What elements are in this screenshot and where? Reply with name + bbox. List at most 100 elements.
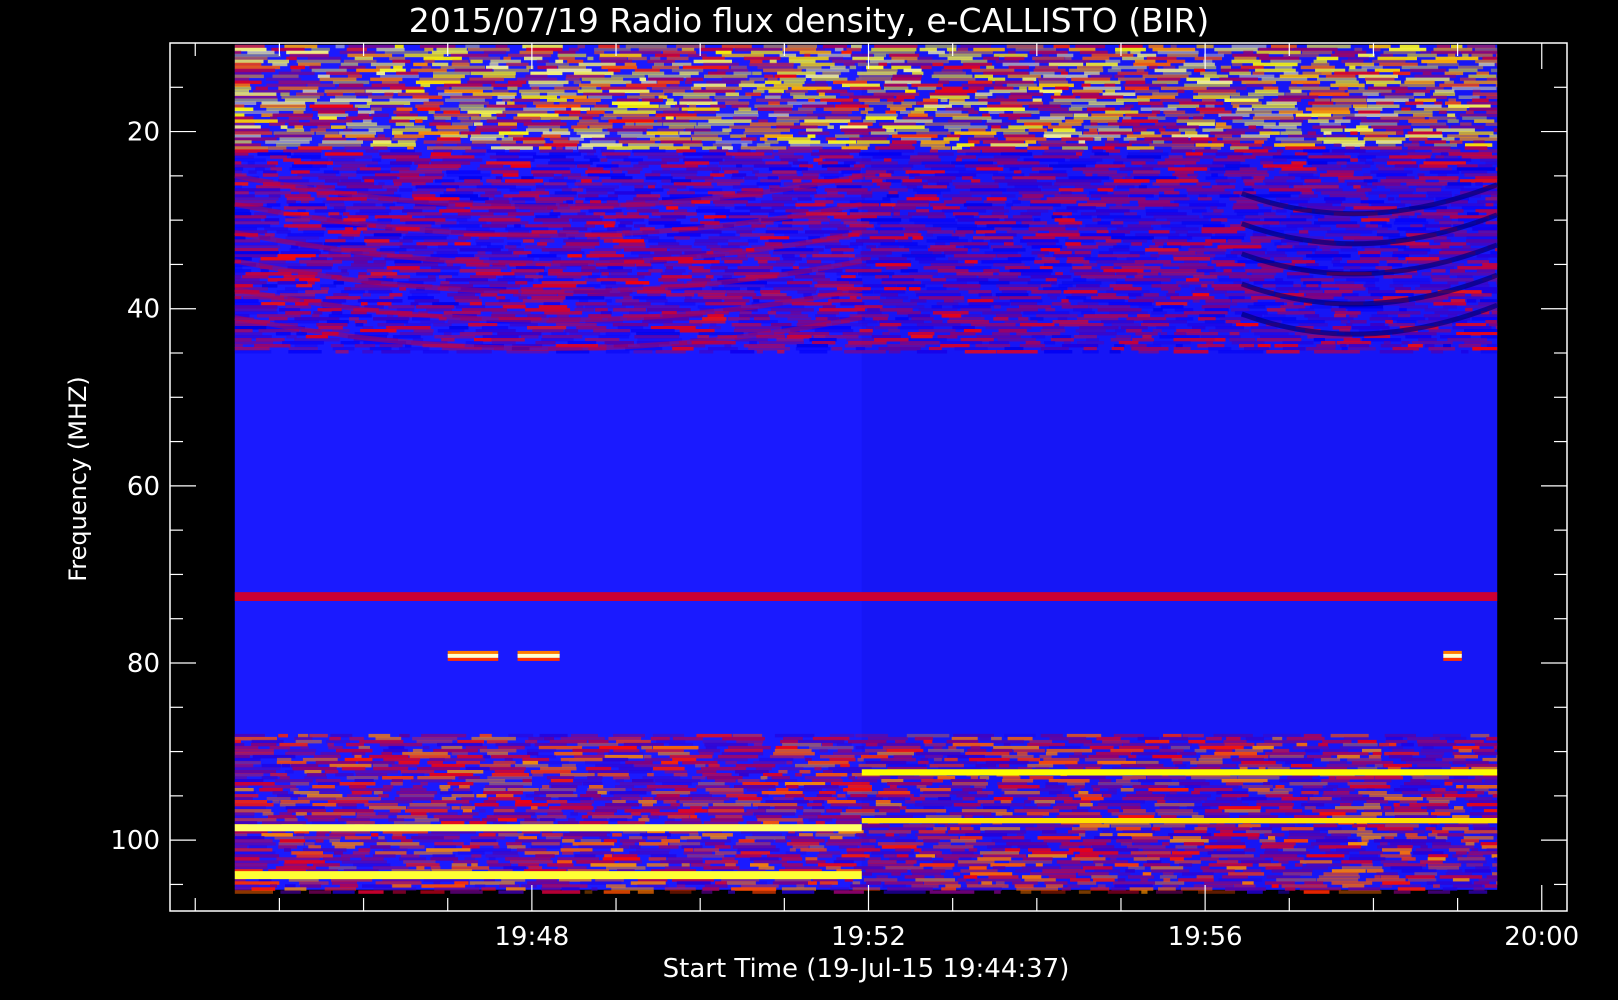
- spectrogram-streak: [412, 736, 458, 741]
- spectrogram-streak: [892, 74, 922, 79]
- spectrogram-streak: [1227, 155, 1256, 159]
- spectrogram-streak: [1090, 122, 1098, 126]
- spectrogram-streak: [699, 751, 714, 756]
- spectrogram-streak: [1323, 140, 1366, 144]
- spectrogram-streak: [1322, 751, 1369, 756]
- spectrogram-streak: [458, 104, 484, 108]
- spectrogram-streak: [1225, 320, 1241, 324]
- spectrogram-streak: [379, 296, 394, 300]
- spectrogram-streak: [691, 269, 711, 273]
- spectrogram-streak: [1072, 92, 1100, 96]
- spectrogram-streak: [607, 227, 632, 231]
- spectrogram-streak: [1452, 751, 1460, 756]
- spectrogram-streak: [498, 131, 529, 135]
- spectrogram-streak: [883, 158, 892, 162]
- spectrogram-streak: [373, 233, 402, 237]
- spectrogram-streak: [894, 119, 933, 123]
- spectrogram-streak: [1244, 347, 1270, 351]
- spectrogram-streak: [897, 200, 930, 204]
- spectrogram-streak: [403, 236, 447, 240]
- spectrogram-streak: [396, 791, 438, 795]
- spectrogram-streak: [1361, 839, 1369, 843]
- spectrogram-streak: [1211, 140, 1240, 144]
- spectrogram-streak: [1214, 338, 1226, 342]
- spectrogram-streak: [1055, 272, 1063, 276]
- spectrogram-streak: [1302, 50, 1333, 55]
- spectrogram-streak: [1440, 152, 1448, 156]
- spectrogram-streak: [535, 188, 545, 192]
- spectrogram-streak: [1186, 332, 1219, 336]
- spectrogram-streak: [702, 773, 732, 777]
- spectrogram-streak: [1017, 757, 1040, 762]
- spectrogram-streak: [855, 77, 891, 82]
- spectrogram-streak: [1388, 742, 1397, 747]
- spectrogram-streak: [1351, 326, 1390, 330]
- spectrogram-streak: [780, 739, 798, 744]
- spectrogram-streak: [1138, 221, 1171, 225]
- spectrogram-streak: [486, 65, 509, 70]
- spectrogram-streak: [1137, 736, 1160, 741]
- spectrogram-streak: [983, 269, 1000, 273]
- spectrogram-streak: [1196, 107, 1225, 111]
- spectrogram-streak: [799, 350, 828, 354]
- spectrogram-streak: [1341, 203, 1369, 207]
- spectrogram-streak: [674, 209, 688, 213]
- spectrogram-streak: [914, 290, 960, 294]
- spectrogram-streak: [394, 44, 404, 49]
- spectrogram-streak: [548, 806, 594, 810]
- spectrogram-streak: [1304, 806, 1316, 810]
- spectrogram-streak: [933, 71, 966, 76]
- spectrogram-streak: [1219, 194, 1240, 198]
- spectrogram-streak: [722, 736, 765, 741]
- spectrogram-streak: [612, 800, 626, 804]
- spectrogram-streak: [1124, 212, 1137, 216]
- spectrogram-streak: [569, 137, 584, 141]
- spectrogram-streak: [702, 155, 733, 159]
- spectrogram-streak: [1366, 788, 1375, 792]
- spectrogram-streak: [1338, 179, 1345, 183]
- spectrogram-streak: [957, 149, 981, 153]
- spectrogram-streak: [1235, 110, 1272, 114]
- spectrogram-streak: [234, 215, 267, 219]
- spectrogram-streak: [383, 757, 421, 762]
- spectrogram-streak: [1495, 248, 1498, 252]
- spectrogram-streak: [1186, 188, 1225, 192]
- spectrogram-streak: [306, 263, 333, 267]
- spectrogram-streak: [849, 242, 864, 246]
- spectrogram-streak: [997, 338, 1036, 342]
- spectrogram-streak: [470, 59, 483, 64]
- spectrogram-streak: [1161, 86, 1207, 91]
- spectrogram-streak: [1054, 182, 1091, 186]
- spectrogram-streak: [1378, 194, 1387, 198]
- spectrogram-streak: [631, 788, 656, 792]
- spectrogram-streak: [990, 194, 1016, 198]
- spectrogram-streak: [1134, 842, 1151, 846]
- spectrogram-streak: [750, 59, 763, 64]
- spectrogram-streak: [968, 80, 993, 85]
- spectrogram-streak: [1138, 185, 1147, 189]
- spectrogram-streak: [813, 335, 826, 339]
- spectrogram-streak: [894, 839, 916, 843]
- spectrogram-streak: [460, 131, 481, 135]
- spectrogram-streak: [805, 83, 828, 88]
- spectrogram-streak: [585, 305, 626, 309]
- spectrogram-streak: [1440, 335, 1471, 339]
- spectrogram-streak: [1134, 275, 1144, 279]
- spectrogram-streak: [715, 98, 739, 102]
- spectrogram-streak: [860, 251, 892, 255]
- spectrogram-streak: [539, 149, 573, 153]
- spectrogram-streak: [318, 143, 362, 147]
- spectrogram-streak: [1142, 335, 1152, 339]
- spectrogram-streak: [664, 263, 693, 267]
- spectrogram-streak: [513, 137, 545, 141]
- spectrogram-streak: [652, 65, 680, 70]
- spectrogram-streak: [1405, 101, 1424, 105]
- spectrogram-streak: [792, 266, 799, 270]
- spectrogram-streak: [713, 757, 748, 762]
- spectrogram-streak: [390, 149, 415, 153]
- spectrogram-streak: [774, 748, 812, 753]
- spectrogram-streak: [1408, 137, 1428, 141]
- spectrogram-streak: [284, 44, 318, 49]
- spectrogram-streak: [1413, 92, 1425, 96]
- spectrogram-streak: [369, 347, 392, 351]
